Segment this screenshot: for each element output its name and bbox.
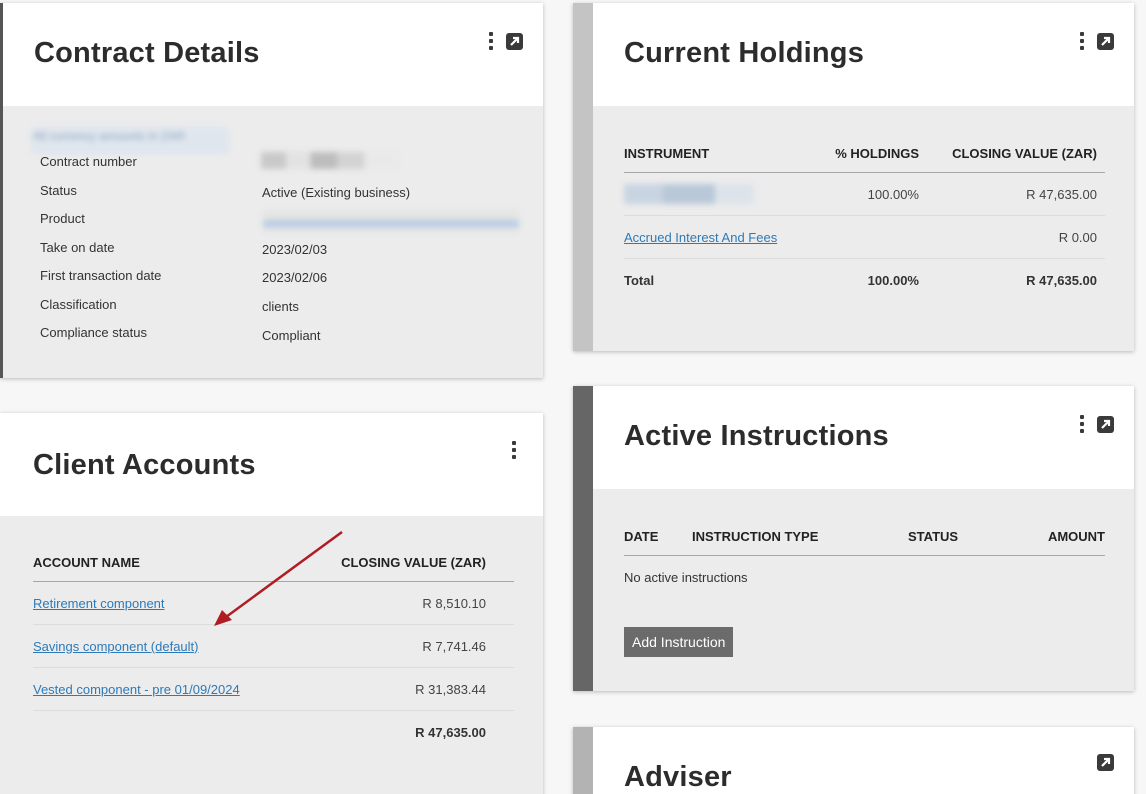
add-instruction-button[interactable]: Add Instruction <box>624 627 734 657</box>
table-row: Accrued Interest And Fees R 0.00 <box>624 215 1105 259</box>
table-row: 100.00% R 47,635.00 <box>624 172 1105 216</box>
instructions-table: DATE INSTRUCTION TYPE STATUS AMOUNT <box>624 529 1105 556</box>
column-header: INSTRUCTION TYPE <box>692 529 908 556</box>
column-header: CLOSING VALUE (ZAR) <box>919 146 1105 173</box>
expand-arrow-icon[interactable] <box>1097 32 1114 50</box>
current-holdings-header: Current Holdings <box>593 3 1134 106</box>
vertical-dots-icon[interactable] <box>1079 415 1085 433</box>
column-header: STATUS <box>908 529 1001 556</box>
column-header: INSTRUMENT <box>624 146 824 173</box>
column-header: AMOUNT <box>1000 529 1105 556</box>
current-holdings-title: Current Holdings <box>624 37 865 69</box>
holding-pct: 100.00% <box>824 172 919 216</box>
total-label: Total <box>624 272 655 288</box>
adviser-title: Adviser <box>624 761 732 793</box>
active-instructions-card: Active Instructions DATE INSTRUCTION TYP… <box>573 386 1134 691</box>
active-instructions-header: Active Instructions <box>593 386 1134 489</box>
total-value: R 47,635.00 <box>1026 272 1097 288</box>
empty-instructions-text: No active instructions <box>624 570 748 585</box>
accrued-interest-link[interactable]: Accrued Interest And Fees <box>624 230 777 245</box>
expand-arrow-icon[interactable] <box>1097 754 1114 771</box>
instrument-name <box>624 184 754 204</box>
total-pct: 100.00% <box>867 272 919 288</box>
active-instructions-title: Active Instructions <box>624 420 889 452</box>
holding-pct <box>824 215 919 259</box>
column-header: % HOLDINGS <box>824 146 919 173</box>
holding-value: R 47,635.00 <box>919 172 1105 216</box>
holdings-table: INSTRUMENT % HOLDINGS CLOSING VALUE (ZAR… <box>624 146 1105 302</box>
adviser-header: Adviser <box>593 727 1134 794</box>
total-row: Total 100.00% R 47,635.00 <box>624 259 1105 302</box>
current-holdings-card: Current Holdings INSTRUMENT % HOLDINGS C… <box>573 3 1134 351</box>
adviser-card: Adviser <box>573 727 1134 794</box>
vertical-dots-icon[interactable] <box>1079 32 1085 50</box>
holding-value: R 0.00 <box>919 215 1105 259</box>
expand-arrow-icon[interactable] <box>1097 415 1114 433</box>
column-header: DATE <box>624 529 692 556</box>
